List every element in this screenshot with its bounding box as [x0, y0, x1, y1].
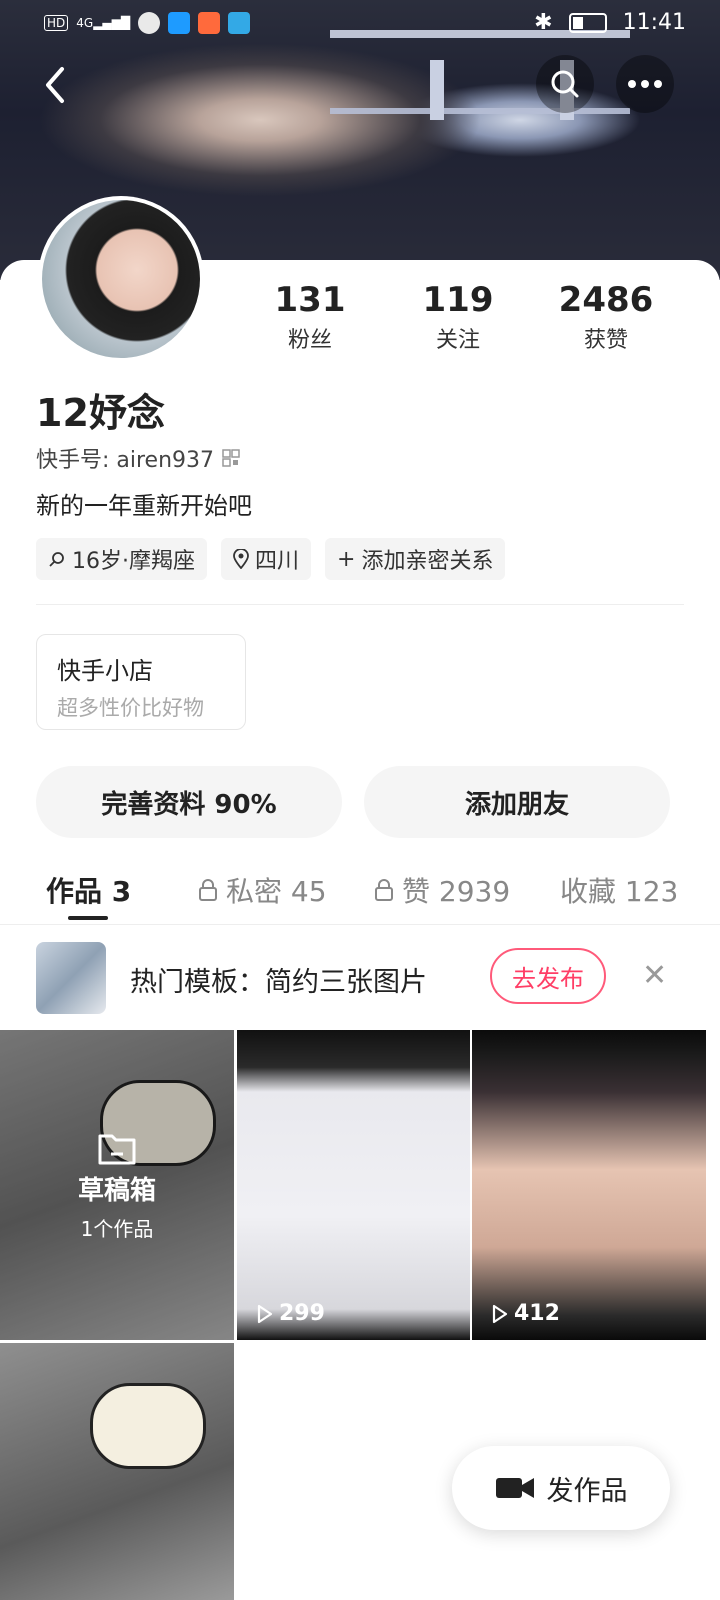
tab-works-label: 作品 3: [46, 875, 132, 908]
likes-count: 2486: [558, 280, 654, 320]
tab-likes[interactable]: 赞 2939: [374, 870, 510, 910]
active-tab-indicator: [68, 916, 108, 920]
following-label: 关注: [435, 328, 480, 353]
publish-work-button[interactable]: 发作品: [452, 1446, 670, 1530]
shop-title: 快手小店: [57, 657, 153, 685]
add-friend-button[interactable]: 添加朋友: [364, 766, 670, 838]
publish-work-label: 发作品: [546, 1475, 628, 1507]
age-zodiac-tag[interactable]: 16岁·摩羯座: [36, 538, 207, 580]
book-icon: [228, 12, 251, 34]
draft-box-cell[interactable]: 草稿箱 1个作品: [0, 1030, 234, 1340]
shop-subtitle: 超多性价比好物: [57, 696, 204, 720]
profile-name: 12妤念: [36, 391, 165, 435]
tab-private[interactable]: 私密 45: [198, 870, 327, 910]
video-camera-icon: [495, 1478, 534, 1498]
divider: [36, 604, 684, 605]
tabs-divider: [0, 924, 720, 925]
content-tabs: 作品 3 私密 45 赞 2939 收藏 123: [0, 860, 720, 924]
fans-count: 131: [274, 280, 346, 320]
battery-icon: [568, 12, 607, 33]
add-relation-label: 添加亲密关系: [361, 549, 494, 574]
complete-profile-button[interactable]: 完善资料 90%: [36, 766, 342, 838]
signal-icon: 4G▂▄▆█: [76, 16, 131, 30]
search-app-icon: [168, 12, 191, 34]
back-button[interactable]: [26, 56, 84, 114]
search-icon: [551, 70, 579, 98]
location-tag[interactable]: 四川: [221, 538, 312, 580]
likes-label: 获赞: [583, 328, 628, 353]
kuaishou-shop-card[interactable]: 快手小店 超多性价比好物: [36, 634, 246, 730]
cover-pillar: [430, 60, 444, 120]
play-count: 412: [492, 1301, 560, 1326]
status-bar: HD 4G▂▄▆█ ✱ 11:41: [0, 0, 720, 48]
work-cell[interactable]: [0, 1343, 234, 1600]
bluetooth-icon: ✱: [534, 10, 553, 35]
play-count-value: 412: [514, 1301, 560, 1326]
stat-following[interactable]: 119 关注: [398, 280, 518, 354]
following-count: 119: [422, 280, 494, 320]
wechat-icon: [138, 12, 161, 34]
qr-code-icon: [222, 449, 240, 467]
gender-icon: [49, 552, 64, 567]
lock-icon: [375, 879, 393, 901]
tab-favorites-label: 收藏 123: [560, 875, 679, 908]
search-button[interactable]: [536, 55, 594, 113]
location-label: 四川: [255, 549, 300, 574]
play-count-value: 299: [279, 1301, 325, 1326]
kuaishou-id: 快手号: airen937: [36, 448, 215, 473]
play-icon: [257, 1304, 273, 1323]
add-relation-tag[interactable]: + 添加亲密关系: [325, 538, 506, 580]
hd-icon: HD: [44, 15, 69, 31]
fans-label: 粉丝: [287, 328, 332, 353]
more-icon: [628, 80, 662, 88]
stat-fans[interactable]: 131 粉丝: [250, 280, 370, 354]
plus-icon: +: [337, 546, 356, 572]
publish-button[interactable]: 去发布: [490, 948, 606, 1004]
tab-works[interactable]: 作品 3: [46, 870, 131, 910]
avatar[interactable]: [38, 196, 204, 362]
close-icon[interactable]: ✕: [642, 958, 667, 993]
profile-tags: 16岁·摩羯座 四川 + 添加亲密关系: [36, 538, 506, 580]
tab-likes-label: 赞 2939: [402, 875, 511, 908]
draft-title: 草稿箱: [77, 1176, 156, 1206]
work-cell[interactable]: 412: [472, 1030, 706, 1340]
profile-bio: 新的一年重新开始吧: [36, 492, 252, 520]
clock: 11:41: [622, 10, 686, 35]
play-count: 299: [257, 1301, 325, 1326]
play-icon: [492, 1304, 508, 1323]
tab-private-label: 私密 45: [226, 875, 327, 908]
location-pin-icon: [233, 549, 249, 569]
work-cell[interactable]: 299: [237, 1030, 470, 1340]
lock-icon: [199, 879, 217, 901]
age-zodiac-label: 16岁·摩羯座: [72, 549, 195, 574]
tab-favorites[interactable]: 收藏 123: [560, 870, 720, 910]
more-button[interactable]: [616, 55, 674, 113]
draft-count: 1个作品: [80, 1217, 154, 1241]
template-thumbnail[interactable]: [36, 942, 106, 1014]
kuaishou-id-row[interactable]: 快手号: airen937: [36, 442, 240, 474]
promo-text: 热门模板：简约三张图片: [130, 967, 427, 998]
app-icon: [198, 12, 221, 34]
chevron-left-icon: [46, 67, 64, 103]
dog-sticker: [90, 1383, 206, 1469]
stat-likes[interactable]: 2486 获赞: [546, 280, 666, 354]
template-promo-banner: 热门模板：简约三张图片 去发布 ✕: [0, 928, 720, 1028]
folder-icon: [98, 1134, 136, 1165]
